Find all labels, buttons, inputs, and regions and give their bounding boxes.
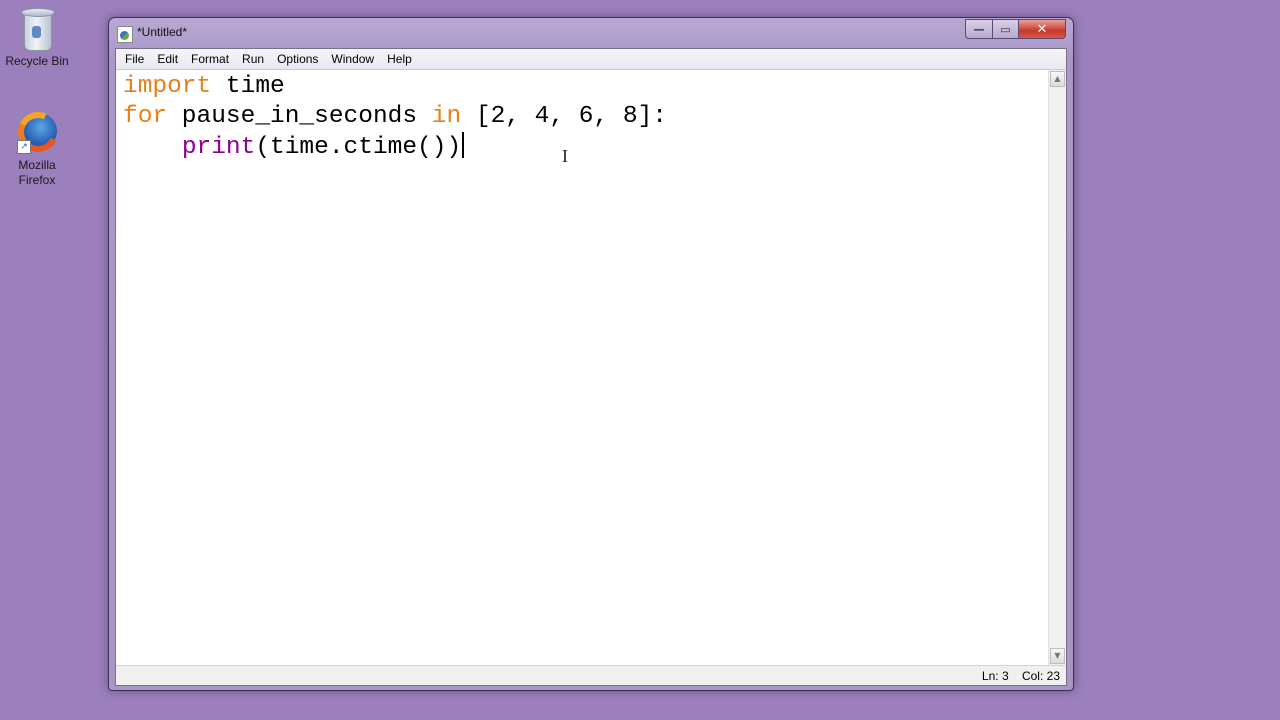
desktop-icon-firefox[interactable]: ↗ Mozilla Firefox bbox=[2, 106, 72, 188]
menu-file[interactable]: File bbox=[119, 52, 151, 66]
status-line: Ln: 3 bbox=[981, 669, 1009, 683]
idle-editor-window: *Untitled* — ▭ ✕ File Edit Format Run Op… bbox=[108, 17, 1074, 691]
vertical-scrollbar[interactable]: ▲ ▼ bbox=[1048, 70, 1066, 665]
recycle-bin-icon bbox=[20, 8, 55, 51]
desktop-icon-recycle-bin[interactable]: Recycle Bin bbox=[2, 8, 72, 69]
menu-help[interactable]: Help bbox=[381, 52, 419, 66]
keyword-token: import bbox=[123, 73, 212, 100]
menu-window[interactable]: Window bbox=[325, 52, 381, 66]
firefox-label-line2: Firefox bbox=[18, 173, 56, 187]
code-token: (time.ctime()) bbox=[255, 134, 462, 161]
menu-format[interactable]: Format bbox=[185, 52, 236, 66]
minimize-button[interactable]: — bbox=[965, 19, 992, 39]
status-column: Col: 23 bbox=[1021, 669, 1060, 683]
title-bar[interactable]: *Untitled* — ▭ ✕ bbox=[109, 18, 1073, 48]
code-line[interactable]: print(time.ctime()) bbox=[123, 132, 667, 163]
close-button[interactable]: ✕ bbox=[1019, 19, 1066, 39]
status-bar: Ln: 3 Col: 23 bbox=[116, 665, 1066, 685]
scroll-down-button[interactable]: ▼ bbox=[1050, 648, 1065, 664]
keyword-token: for bbox=[123, 103, 168, 130]
recycle-bin-label: Recycle Bin bbox=[5, 54, 69, 68]
firefox-label-line1: Mozilla bbox=[18, 158, 56, 172]
text-caret bbox=[462, 132, 465, 158]
window-title: *Untitled* bbox=[137, 25, 188, 39]
menu-bar: File Edit Format Run Options Window Help bbox=[116, 49, 1066, 70]
menu-edit[interactable]: Edit bbox=[151, 52, 185, 66]
code-token: time bbox=[211, 73, 285, 100]
firefox-icon: ↗ bbox=[12, 106, 64, 158]
shortcut-arrow-icon: ↗ bbox=[17, 140, 31, 154]
code-token: pause_in_seconds bbox=[167, 103, 432, 130]
code-text[interactable]: import time for pause_in_seconds in [2, 4… bbox=[123, 72, 667, 163]
menu-run[interactable]: Run bbox=[236, 52, 271, 66]
python-file-icon[interactable] bbox=[117, 26, 133, 43]
keyword-token: in bbox=[431, 103, 462, 130]
code-line[interactable]: import time bbox=[123, 72, 667, 102]
text-cursor-ibeam-icon: I bbox=[562, 146, 568, 166]
maximize-button[interactable]: ▭ bbox=[992, 19, 1019, 39]
code-editor[interactable]: import time for pause_in_seconds in [2, 4… bbox=[116, 70, 1048, 665]
code-token: [2, 4, 6, 8]: bbox=[461, 103, 668, 130]
window-client: File Edit Format Run Options Window Help… bbox=[115, 48, 1067, 686]
code-line[interactable]: for pause_in_seconds in [2, 4, 6, 8]: bbox=[123, 102, 667, 132]
builtin-token: print bbox=[181, 134, 256, 161]
menu-options[interactable]: Options bbox=[271, 52, 325, 66]
scroll-up-button[interactable]: ▲ bbox=[1050, 71, 1065, 87]
